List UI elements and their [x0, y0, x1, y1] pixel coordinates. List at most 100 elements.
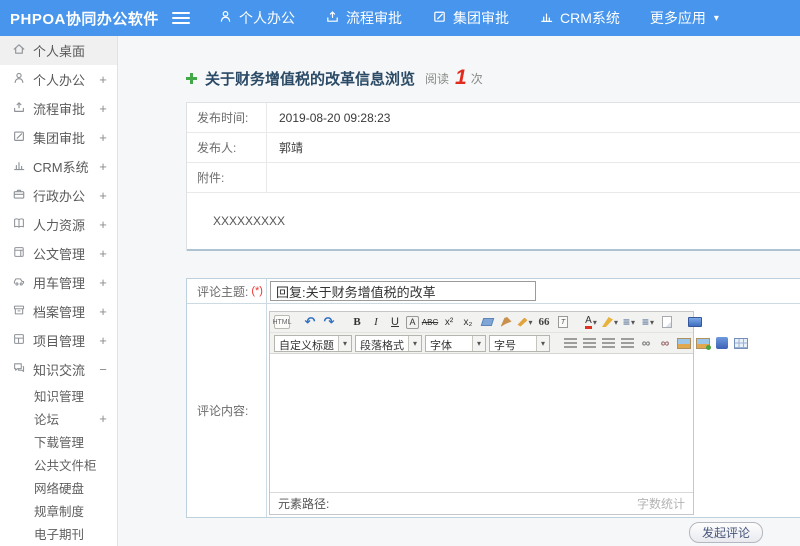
expand-toggle[interactable]: +: [97, 101, 109, 116]
undo-icon[interactable]: ↶: [302, 314, 318, 331]
highlight-color-icon[interactable]: ▾: [602, 314, 618, 331]
publisher-label: 发布人:: [187, 133, 267, 162]
insert-table-icon[interactable]: [733, 335, 749, 352]
font-border-icon[interactable]: A: [406, 315, 419, 329]
sidebar-item-personal-desktop[interactable]: 个人桌面: [0, 36, 117, 65]
topnav-crm[interactable]: CRM系统: [539, 8, 620, 28]
sidebar-item-admin-office[interactable]: 行政办公 +: [0, 181, 117, 210]
sidebar-subitem-public-cabinet[interactable]: 公共文件柜: [0, 453, 117, 476]
insert-media-icon[interactable]: [714, 335, 730, 352]
expand-toggle[interactable]: −: [97, 362, 109, 377]
ordered-list-icon[interactable]: ≡ ▾: [621, 314, 637, 331]
expand-toggle[interactable]: +: [97, 72, 109, 87]
insert-image-icon[interactable]: [676, 335, 692, 352]
strikethrough-icon[interactable]: ABC: [422, 314, 438, 331]
editor-status-bar: 元素路径: 字数统计: [270, 492, 693, 514]
underline-icon[interactable]: U: [387, 314, 403, 331]
new-page-icon[interactable]: [659, 314, 675, 331]
attachment-label: 附件:: [187, 163, 267, 192]
custom-title-select[interactable]: 自定义标题 ▾: [274, 334, 352, 352]
sidebar-item-hr[interactable]: 人力资源 +: [0, 210, 117, 239]
align-justify-icon[interactable]: [619, 335, 635, 352]
align-center-icon[interactable]: [581, 335, 597, 352]
sidebar-subitem-e-journal[interactable]: 电子期刊: [0, 522, 117, 545]
sidebar-item-vehicle[interactable]: 用车管理 +: [0, 268, 117, 297]
redo-icon[interactable]: ↷: [321, 314, 337, 331]
sidebar-subitem-forum[interactable]: 论坛 +: [0, 407, 117, 430]
caret-down-icon: ▾: [713, 12, 719, 24]
car-icon: [12, 274, 33, 291]
expand-toggle[interactable]: +: [97, 304, 109, 319]
sidebar-subitem-label: 公共文件柜: [34, 459, 97, 473]
italic-icon[interactable]: I: [368, 314, 384, 331]
bold-icon[interactable]: B: [349, 314, 365, 331]
editor-toolbar-row2: 自定义标题 ▾ 段落格式 ▾ 字体 ▾ 字号 ▾ ∞ ∞: [270, 333, 748, 354]
sidebar-item-flow-approval[interactable]: 流程审批 +: [0, 94, 117, 123]
sidebar-subitem-regulations[interactable]: 规章制度: [0, 499, 117, 522]
insert-link-icon[interactable]: ∞: [638, 335, 654, 352]
sidebar-item-knowledge[interactable]: 知识交流 −: [0, 355, 117, 384]
expand-toggle[interactable]: +: [97, 411, 109, 426]
submit-comment-button[interactable]: 发起评论: [688, 522, 763, 543]
subscript-icon[interactable]: x₂: [460, 314, 476, 331]
paragraph-format-select[interactable]: 段落格式 ▾: [355, 334, 422, 352]
expand-toggle[interactable]: +: [97, 130, 109, 145]
comment-subject-cell: [267, 279, 800, 303]
sidebar-item-official-docs[interactable]: 公文管理 +: [0, 239, 117, 268]
superscript-icon[interactable]: x²: [441, 314, 457, 331]
sidebar-item-crm[interactable]: CRM系统 +: [0, 152, 117, 181]
sidebar-item-personal-office[interactable]: 个人办公 +: [0, 65, 117, 94]
comment-subject-row: 评论主题: (*): [187, 279, 800, 304]
remove-format-icon[interactable]: [479, 314, 495, 331]
table-row: 附件:: [187, 163, 800, 193]
remove-link-icon[interactable]: ∞: [657, 335, 673, 352]
sidebar-subitem-downloads[interactable]: 下载管理: [0, 430, 117, 453]
topnav-flow-approval[interactable]: 流程审批: [325, 8, 402, 28]
expand-toggle[interactable]: +: [97, 333, 109, 348]
clean-html-icon[interactable]: [498, 314, 514, 331]
topnav-group-approval[interactable]: 集团审批: [432, 8, 509, 28]
sidebar-item-label: 个人办公: [33, 73, 86, 88]
font-family-select[interactable]: 字体 ▾: [425, 334, 486, 352]
paint-format-icon[interactable]: ▾: [517, 314, 533, 331]
topnav-personal-office[interactable]: 个人办公: [218, 8, 295, 28]
sidebar-subitem-knowledge-mgmt[interactable]: 知识管理: [0, 384, 117, 407]
book-icon: [12, 216, 33, 233]
fullscreen-icon[interactable]: [687, 314, 703, 331]
align-left-icon[interactable]: [562, 335, 578, 352]
sidebar-subitem-label: 电子期刊: [34, 528, 85, 542]
expand-toggle[interactable]: +: [97, 217, 109, 232]
multi-image-icon[interactable]: [695, 335, 711, 352]
expand-toggle[interactable]: +: [97, 275, 109, 290]
expand-toggle[interactable]: +: [97, 159, 109, 174]
unordered-list-icon[interactable]: ≡ ▾: [640, 314, 656, 331]
field-label: 评论主题:: [197, 284, 249, 299]
sidebar-item-archives[interactable]: 档案管理 +: [0, 297, 117, 326]
sidebar-item-projects[interactable]: 项目管理 +: [0, 326, 117, 355]
expand-toggle[interactable]: +: [97, 246, 109, 261]
sidebar-item-group-approval[interactable]: 集团审批 +: [0, 123, 117, 152]
sidebar-item-label: 集团审批: [33, 131, 86, 146]
html-source-icon[interactable]: HTML: [272, 315, 292, 329]
flow-approval-icon: [325, 9, 340, 27]
project-icon: [12, 332, 33, 349]
font-color-icon[interactable]: A ▾: [583, 314, 599, 331]
briefcase-icon: [12, 187, 33, 204]
topnav-more-apps[interactable]: 更多应用 ▾: [650, 8, 719, 28]
comment-form: 评论主题: (*) 评论内容: HTML ↶: [186, 278, 800, 518]
align-right-icon[interactable]: [600, 335, 616, 352]
hamburger-menu-icon[interactable]: [172, 11, 190, 25]
main-content: 关于财务增值税的改革信息浏览 阅读 1 次 发布时间: 2019-08-20 0…: [119, 36, 800, 546]
comment-subject-input[interactable]: [270, 281, 536, 301]
expand-toggle[interactable]: +: [97, 188, 109, 203]
comment-subject-label: 评论主题: (*): [187, 279, 267, 303]
sidebar-subitem-label: 网络硬盘: [34, 482, 85, 496]
word-count-label[interactable]: 字数统计: [637, 495, 685, 512]
font-size-select[interactable]: 字号 ▾: [489, 334, 550, 352]
blockquote-icon[interactable]: 66: [536, 314, 552, 331]
archive-icon: [12, 303, 33, 320]
sidebar-subitem-network-disk[interactable]: 网络硬盘: [0, 476, 117, 499]
editor-content-area[interactable]: [270, 354, 693, 492]
edit-approval-icon: [12, 129, 33, 146]
paste-text-icon[interactable]: T: [555, 314, 571, 331]
